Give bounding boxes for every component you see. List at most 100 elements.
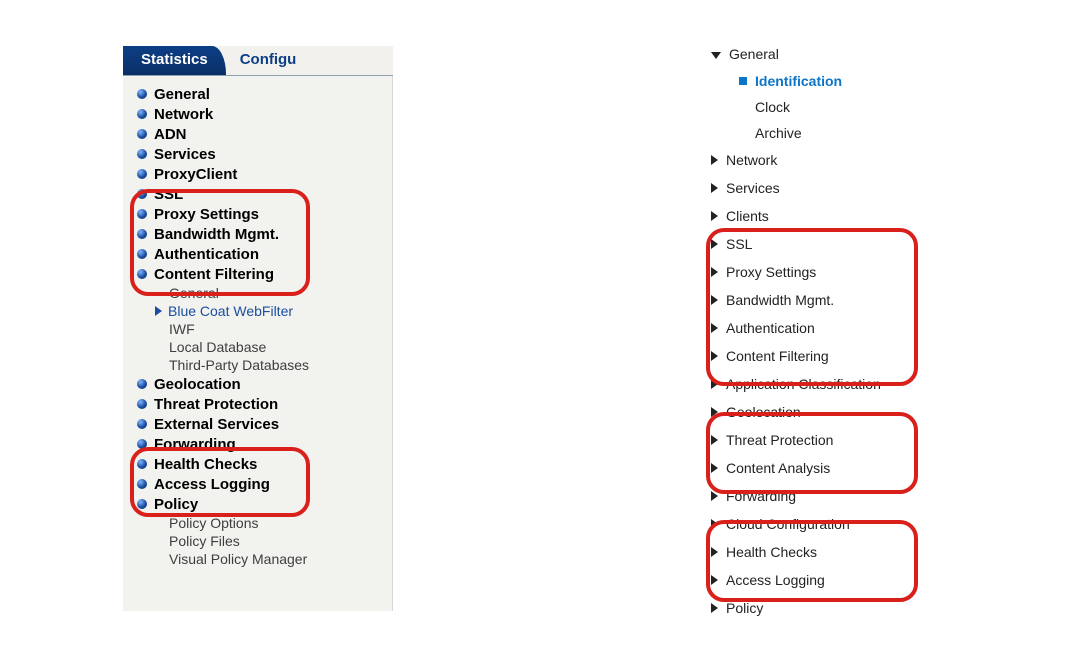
nav-item-label: Services: [726, 180, 780, 196]
chevron-right-icon: [711, 351, 718, 361]
nav-item-general[interactable]: General: [705, 40, 940, 68]
nav-subitem-label: Policy Options: [169, 515, 258, 531]
nav-item-label: Network: [726, 152, 777, 168]
left-panel: Statistics Configu General NetworkADN Serv…: [123, 46, 393, 611]
nav-item-network[interactable]: Network: [705, 146, 940, 174]
nav-item-cloud-configuration[interactable]: Cloud Configuration: [705, 510, 940, 538]
square-icon: [739, 77, 747, 85]
nav-item-access-logging[interactable]: Access Logging: [705, 566, 940, 594]
nav-item-proxyclient[interactable]: ProxyClient: [129, 164, 388, 184]
nav-item-general[interactable]: General: [129, 84, 388, 104]
nav-item-authentication[interactable]: Authentication: [129, 244, 388, 264]
nav-item-authentication[interactable]: Authentication: [705, 314, 940, 342]
chevron-right-icon: [711, 239, 718, 249]
bullet-icon: [137, 229, 147, 239]
nav-item-label: Access Logging: [726, 572, 825, 588]
nav-item-threat-protection[interactable]: Threat Protection: [705, 426, 940, 454]
nav-item-content-filtering[interactable]: Content Filtering: [129, 264, 388, 284]
nav-item-label: SSL: [154, 186, 183, 203]
nav-item-access-logging[interactable]: Access Logging: [129, 474, 388, 494]
nav-item-proxy-settings[interactable]: Proxy Settings: [129, 204, 388, 224]
nav-subitem-label: Archive: [755, 125, 802, 141]
bullet-icon: [137, 399, 147, 409]
bullet-icon: [137, 439, 147, 449]
nav-item-label: Proxy Settings: [154, 206, 259, 223]
nav-item-health-checks[interactable]: Health Checks: [129, 454, 388, 474]
bullet-icon: [137, 209, 147, 219]
triangle-right-icon: [155, 306, 162, 316]
nav-subitem-archive[interactable]: Archive: [705, 120, 940, 146]
nav-item-adn[interactable]: ADN: [129, 124, 388, 144]
nav-subitem-clock[interactable]: Clock: [705, 94, 940, 120]
nav-item-label: Forwarding: [154, 436, 236, 453]
nav-item-services[interactable]: Services: [129, 144, 388, 164]
nav-item-label: External Services: [154, 416, 279, 433]
nav-item-forwarding[interactable]: Forwarding: [705, 482, 940, 510]
nav-subitem-label: Visual Policy Manager: [169, 551, 307, 567]
nav-subitem-third-party-databases[interactable]: Third-Party Databases: [129, 356, 388, 374]
tab-statistics[interactable]: Statistics: [123, 46, 226, 75]
nav-item-label: Bandwidth Mgmt.: [726, 292, 834, 308]
nav-item-external-services[interactable]: External Services: [129, 414, 388, 434]
tab-bar: Statistics Configu: [123, 46, 393, 76]
nav-subitem-label: Third-Party Databases: [169, 357, 309, 373]
nav-item-label: Health Checks: [154, 456, 257, 473]
chevron-right-icon: [711, 267, 718, 277]
nav-subitem-policy-files[interactable]: Policy Files: [129, 532, 388, 550]
nav-item-forwarding[interactable]: Forwarding: [129, 434, 388, 454]
nav-item-geolocation[interactable]: Geolocation: [705, 398, 940, 426]
nav-subitem-general[interactable]: General: [129, 284, 388, 302]
nav-item-bandwidth-mgmt-[interactable]: Bandwidth Mgmt.: [705, 286, 940, 314]
bullet-icon: [137, 479, 147, 489]
bullet-icon: [137, 459, 147, 469]
nav-subitem-label: IWF: [169, 321, 195, 337]
nav-item-ssl[interactable]: SSL: [705, 230, 940, 258]
nav-item-label: Geolocation: [154, 376, 241, 393]
nav-subitem-visual-policy-manager[interactable]: Visual Policy Manager: [129, 550, 388, 568]
nav-subitem-label: Clock: [755, 99, 790, 115]
nav-item-policy[interactable]: Policy: [705, 594, 940, 622]
nav-item-label: Application Classification: [726, 376, 881, 392]
nav-subitem-blue-coat-webfilter[interactable]: Blue Coat WebFilter: [129, 302, 388, 320]
bullet-icon: [137, 269, 147, 279]
nav-item-label: Services: [154, 146, 216, 163]
nav-item-proxy-settings[interactable]: Proxy Settings: [705, 258, 940, 286]
nav-item-threat-protection[interactable]: Threat Protection: [129, 394, 388, 414]
nav-tree-left: General NetworkADN Services ProxyClient SSL P…: [123, 76, 393, 611]
nav-item-application-classification[interactable]: Application Classification: [705, 370, 940, 398]
nav-item-policy[interactable]: Policy: [129, 494, 388, 514]
chevron-right-icon: [711, 463, 718, 473]
chevron-right-icon: [711, 491, 718, 501]
nav-item-label: General: [154, 86, 210, 103]
nav-item-label: ProxyClient: [154, 166, 237, 183]
nav-item-label: SSL: [726, 236, 752, 252]
nav-item-ssl[interactable]: SSL: [129, 184, 388, 204]
nav-item-health-checks[interactable]: Health Checks: [705, 538, 940, 566]
nav-item-services[interactable]: Services: [705, 174, 940, 202]
nav-subitem-local-database[interactable]: Local Database: [129, 338, 388, 356]
chevron-right-icon: [711, 435, 718, 445]
nav-item-bandwidth-mgmt-[interactable]: Bandwidth Mgmt.: [129, 224, 388, 244]
tab-configure[interactable]: Configu: [216, 46, 393, 75]
bullet-icon: [137, 109, 147, 119]
nav-item-label: Threat Protection: [726, 432, 833, 448]
nav-item-label: Authentication: [154, 246, 259, 263]
nav-subitem-identification[interactable]: Identification: [705, 68, 940, 94]
chevron-right-icon: [711, 155, 718, 165]
nav-item-network[interactable]: Network: [129, 104, 388, 124]
chevron-right-icon: [711, 211, 718, 221]
nav-item-label: Cloud Configuration: [726, 516, 850, 532]
nav-item-content-analysis[interactable]: Content Analysis: [705, 454, 940, 482]
nav-item-clients[interactable]: Clients: [705, 202, 940, 230]
nav-subitem-label: Policy Files: [169, 533, 240, 549]
nav-subitem-label: Local Database: [169, 339, 266, 355]
chevron-right-icon: [711, 603, 718, 613]
nav-subitem-iwf[interactable]: IWF: [129, 320, 388, 338]
nav-subitem-policy-options[interactable]: Policy Options: [129, 514, 388, 532]
nav-item-label: Network: [154, 106, 213, 123]
bullet-icon: [137, 169, 147, 179]
nav-item-content-filtering[interactable]: Content Filtering: [705, 342, 940, 370]
nav-item-geolocation[interactable]: Geolocation: [129, 374, 388, 394]
chevron-right-icon: [711, 407, 718, 417]
bullet-icon: [137, 89, 147, 99]
